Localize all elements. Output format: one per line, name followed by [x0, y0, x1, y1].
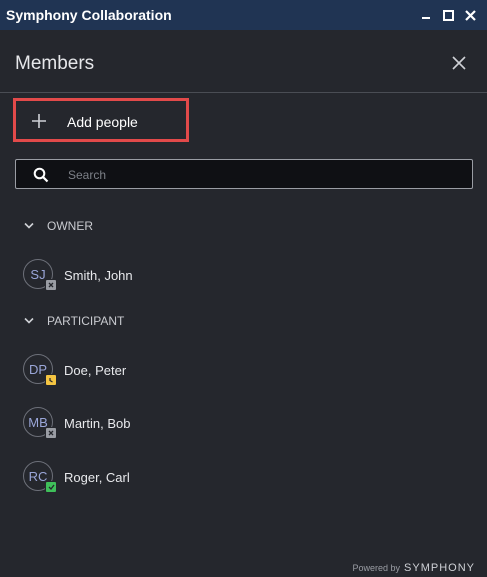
- close-panel-button[interactable]: [451, 55, 467, 71]
- symphony-logo: SYMPHONY: [404, 562, 475, 574]
- add-people-label: Add people: [67, 114, 138, 130]
- add-people-button[interactable]: Add people: [13, 98, 189, 142]
- member-item[interactable]: SJ Smith, John: [23, 259, 463, 295]
- powered-by-footer: Powered by SYMPHONY: [353, 562, 476, 574]
- group-toggle-owner[interactable]: OWNER: [24, 219, 93, 233]
- search-icon: [33, 167, 49, 183]
- member-name: Martin, Bob: [64, 416, 131, 431]
- chevron-down-icon: [24, 317, 34, 324]
- presence-available-icon: [45, 481, 57, 493]
- member-name: Smith, John: [64, 268, 133, 283]
- member-name: Doe, Peter: [64, 363, 127, 378]
- panel-title: Members: [15, 53, 95, 74]
- window-titlebar: Symphony Collaboration: [0, 0, 487, 30]
- minimize-icon[interactable]: [415, 5, 437, 25]
- plus-icon: [32, 114, 46, 128]
- group-label-owner: OWNER: [47, 219, 93, 233]
- member-item[interactable]: DP Doe, Peter: [23, 354, 463, 390]
- chevron-down-icon: [24, 222, 34, 229]
- window-title: Symphony Collaboration: [6, 7, 172, 23]
- member-name: Roger, Carl: [64, 470, 130, 485]
- maximize-icon[interactable]: [437, 5, 459, 25]
- search-input[interactable]: [66, 164, 460, 186]
- search-box: [15, 159, 473, 189]
- powered-by-text: Powered by: [352, 563, 401, 573]
- presence-away-icon: [45, 374, 57, 386]
- members-header: Members: [0, 30, 487, 93]
- member-item[interactable]: RC Roger, Carl: [23, 461, 463, 497]
- close-icon: [452, 56, 466, 70]
- avatar-initials: SJ: [30, 266, 46, 282]
- close-icon[interactable]: [459, 5, 481, 25]
- presence-offline-icon: [45, 427, 57, 439]
- presence-offline-icon: [45, 279, 57, 291]
- group-label-participant: PARTICIPANT: [47, 314, 125, 328]
- window-controls: [415, 5, 487, 25]
- group-toggle-participant[interactable]: PARTICIPANT: [24, 314, 124, 328]
- member-item[interactable]: MB Martin, Bob: [23, 407, 463, 443]
